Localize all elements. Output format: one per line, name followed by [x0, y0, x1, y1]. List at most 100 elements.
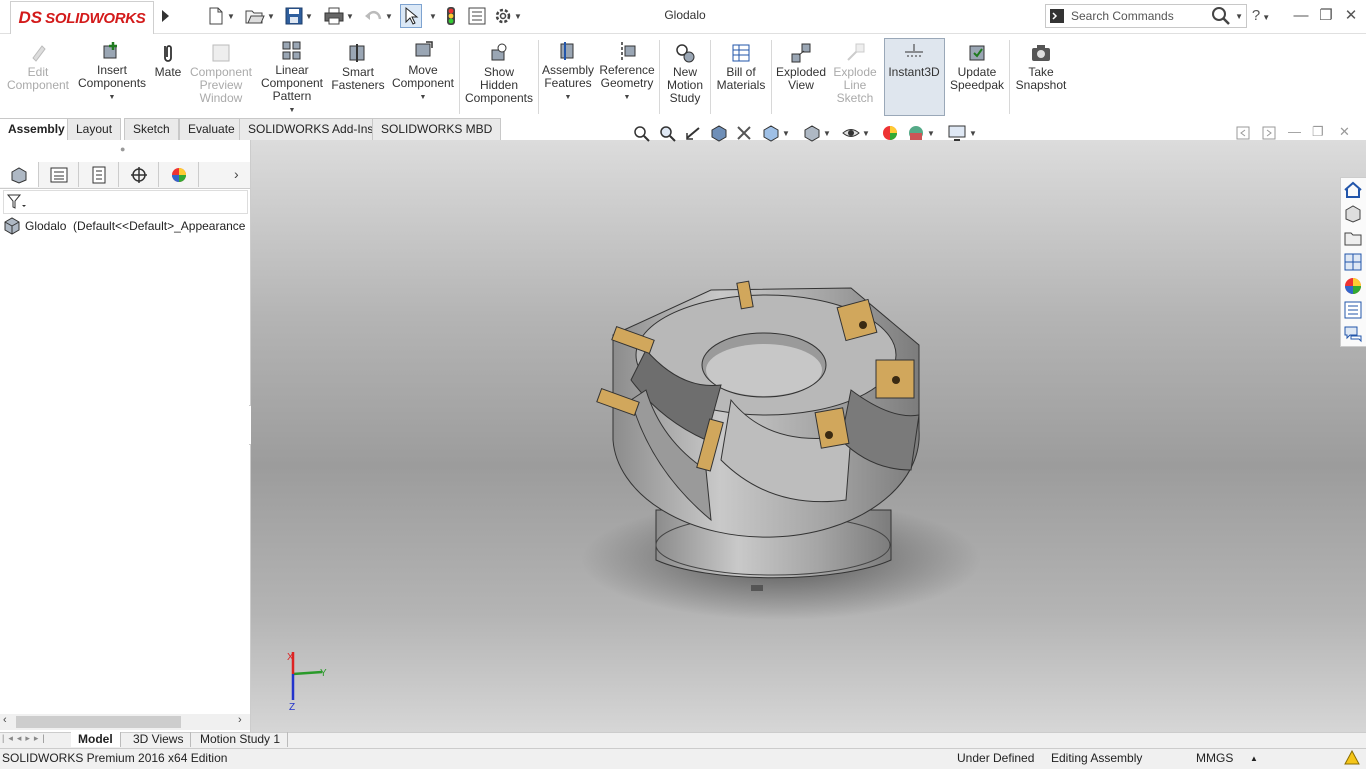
rebuild-status-button[interactable]: [1344, 749, 1360, 769]
update-speedpak-button[interactable]: Update Speedpak: [948, 36, 1006, 92]
insert-components-button[interactable]: Insert Components ▼: [78, 36, 146, 104]
tab-evaluate[interactable]: Evaluate: [179, 118, 244, 141]
save-button[interactable]: ▼: [285, 5, 313, 27]
select-button[interactable]: [400, 4, 422, 28]
viewport-close-button[interactable]: ✕: [1339, 124, 1350, 140]
close-icon: ✕: [1339, 124, 1350, 139]
search-dropdown[interactable]: ▼: [1235, 12, 1243, 21]
print-button[interactable]: ▼: [324, 5, 354, 27]
smart-fasteners-button[interactable]: Smart Fasteners: [330, 36, 386, 92]
assembly-features-button[interactable]: Assembly Features ▼: [542, 36, 594, 104]
task-pane-custom-properties[interactable]: [1343, 300, 1363, 320]
preview-window-icon: [212, 44, 230, 62]
zoom-to-fit-button[interactable]: [632, 124, 650, 142]
tab-display-manager[interactable]: [160, 162, 199, 187]
tree-root-item[interactable]: Glodalo (Default<<Default>_Appearance: [3, 217, 249, 235]
status-units[interactable]: MMGS: [1196, 751, 1233, 765]
task-pane-forum[interactable]: [1343, 324, 1363, 344]
search-commands-box[interactable]: Search Commands ▼: [1045, 4, 1247, 28]
minimize-button[interactable]: —: [1290, 6, 1312, 26]
move-component-button[interactable]: Move Component ▼: [390, 36, 456, 104]
viewport-next-button[interactable]: [1262, 126, 1276, 143]
edit-component-button[interactable]: Edit Component: [6, 36, 70, 92]
search-input[interactable]: Search Commands: [1071, 9, 1174, 23]
tab-model[interactable]: Model: [71, 732, 121, 747]
edit-appearance-button[interactable]: [881, 124, 899, 142]
toolbar-separator: [710, 40, 711, 114]
instant3d-button[interactable]: Instant3D: [884, 36, 944, 79]
options-button[interactable]: ▼: [494, 5, 522, 27]
explode-line-sketch-button[interactable]: Explode Line Sketch: [831, 36, 879, 105]
exploded-view-button[interactable]: Exploded View: [774, 36, 828, 92]
mate-button[interactable]: Mate: [152, 36, 184, 79]
task-pane-appearances[interactable]: [1343, 276, 1363, 296]
show-hidden-components-button[interactable]: Show Hidden Components: [463, 36, 535, 105]
forum-icon: [1344, 326, 1362, 343]
view-settings-button[interactable]: ▼: [947, 124, 977, 142]
horizontal-scroll-thumb[interactable]: [16, 716, 181, 728]
tab-dimxpert-manager[interactable]: [120, 162, 159, 187]
viewport-restore-button[interactable]: ❐: [1312, 124, 1324, 140]
tab-sketch[interactable]: Sketch: [124, 118, 179, 141]
viewport-minimize-button[interactable]: —: [1288, 124, 1301, 139]
tab-3d-views[interactable]: 3D Views: [126, 732, 192, 747]
close-button[interactable]: ✕: [1340, 6, 1362, 26]
task-pane-view-palette[interactable]: [1343, 252, 1363, 272]
move-component-icon: [415, 41, 433, 57]
file-properties-button[interactable]: [468, 5, 486, 27]
tab-feature-manager[interactable]: [0, 162, 39, 187]
zoom-to-area-button[interactable]: [658, 124, 676, 142]
linear-component-pattern-button[interactable]: Linear Component Pattern ▼: [259, 36, 325, 117]
command-prompt-icon: [1050, 9, 1064, 23]
cutter-model[interactable]: [251, 140, 1366, 732]
solidworks-logo[interactable]: DS SOLIDWORKS: [10, 1, 154, 34]
rebuild-button[interactable]: [444, 5, 458, 27]
open-button[interactable]: ▼: [245, 5, 275, 27]
panel-tabs-more-arrow[interactable]: ›: [234, 166, 239, 182]
units-dropdown-icon[interactable]: ▲: [1250, 754, 1258, 763]
section-view-button[interactable]: [710, 124, 728, 142]
reference-geometry-button[interactable]: Reference Geometry ▼: [598, 36, 656, 104]
property-manager-icon: [50, 167, 68, 182]
design-library-icon: [1345, 205, 1361, 223]
print-icon: [324, 7, 344, 25]
display-style-button[interactable]: ▼: [803, 124, 831, 142]
tab-assembly[interactable]: Assembly: [0, 118, 74, 141]
task-pane-file-explorer[interactable]: [1343, 228, 1363, 248]
tree-filter-box[interactable]: [3, 190, 248, 214]
previous-view-button[interactable]: [684, 124, 702, 142]
viewport-previous-button[interactable]: [1236, 126, 1250, 143]
new-document-button[interactable]: ▼: [207, 5, 235, 27]
graphics-area[interactable]: [251, 140, 1366, 732]
view-orientation-button[interactable]: ▼: [762, 124, 790, 142]
tab-property-manager[interactable]: [40, 162, 79, 187]
scroll-left-arrow[interactable]: ‹: [3, 714, 7, 726]
tab-configuration-manager[interactable]: [80, 162, 119, 187]
scroll-right-arrow[interactable]: ›: [238, 714, 242, 726]
camera-icon: [1032, 45, 1050, 61]
component-preview-window-button[interactable]: Component Preview Window: [189, 36, 253, 105]
task-pane-design-library[interactable]: [1343, 204, 1363, 224]
take-snapshot-button[interactable]: Take Snapshot: [1012, 36, 1070, 92]
restore-button[interactable]: ❐: [1315, 6, 1337, 26]
undo-button[interactable]: ▼: [363, 5, 393, 27]
bill-of-materials-button[interactable]: Bill of Materials: [714, 36, 768, 92]
ds-logo-mark: DS: [18, 8, 43, 27]
select-dropdown[interactable]: ▼: [427, 5, 437, 27]
new-motion-study-button[interactable]: New Motion Study: [663, 36, 707, 105]
expand-menu-arrow-icon[interactable]: [158, 7, 172, 25]
toolbar-separator: [459, 40, 460, 114]
tab-motion-study-1[interactable]: Motion Study 1: [193, 732, 289, 747]
status-definition: Under Defined: [957, 751, 1035, 765]
panel-splitter-handle[interactable]: ●: [120, 144, 125, 154]
task-pane-resources[interactable]: [1343, 180, 1363, 200]
tab-scroll-arrows[interactable]: |◂◂▸▸|: [2, 733, 49, 744]
apply-scene-button[interactable]: ▼: [907, 124, 935, 142]
tab-solidworks-mbd[interactable]: SOLIDWORKS MBD: [372, 118, 502, 141]
tab-solidworks-add-ins[interactable]: SOLIDWORKS Add-Ins: [239, 118, 383, 141]
search-icon[interactable]: [1211, 6, 1231, 26]
help-button[interactable]: ? ▼: [1250, 6, 1272, 26]
hide-show-items-button[interactable]: ▼: [842, 124, 870, 142]
dynamic-annotation-button[interactable]: [735, 124, 753, 142]
tab-layout[interactable]: Layout: [67, 118, 122, 141]
